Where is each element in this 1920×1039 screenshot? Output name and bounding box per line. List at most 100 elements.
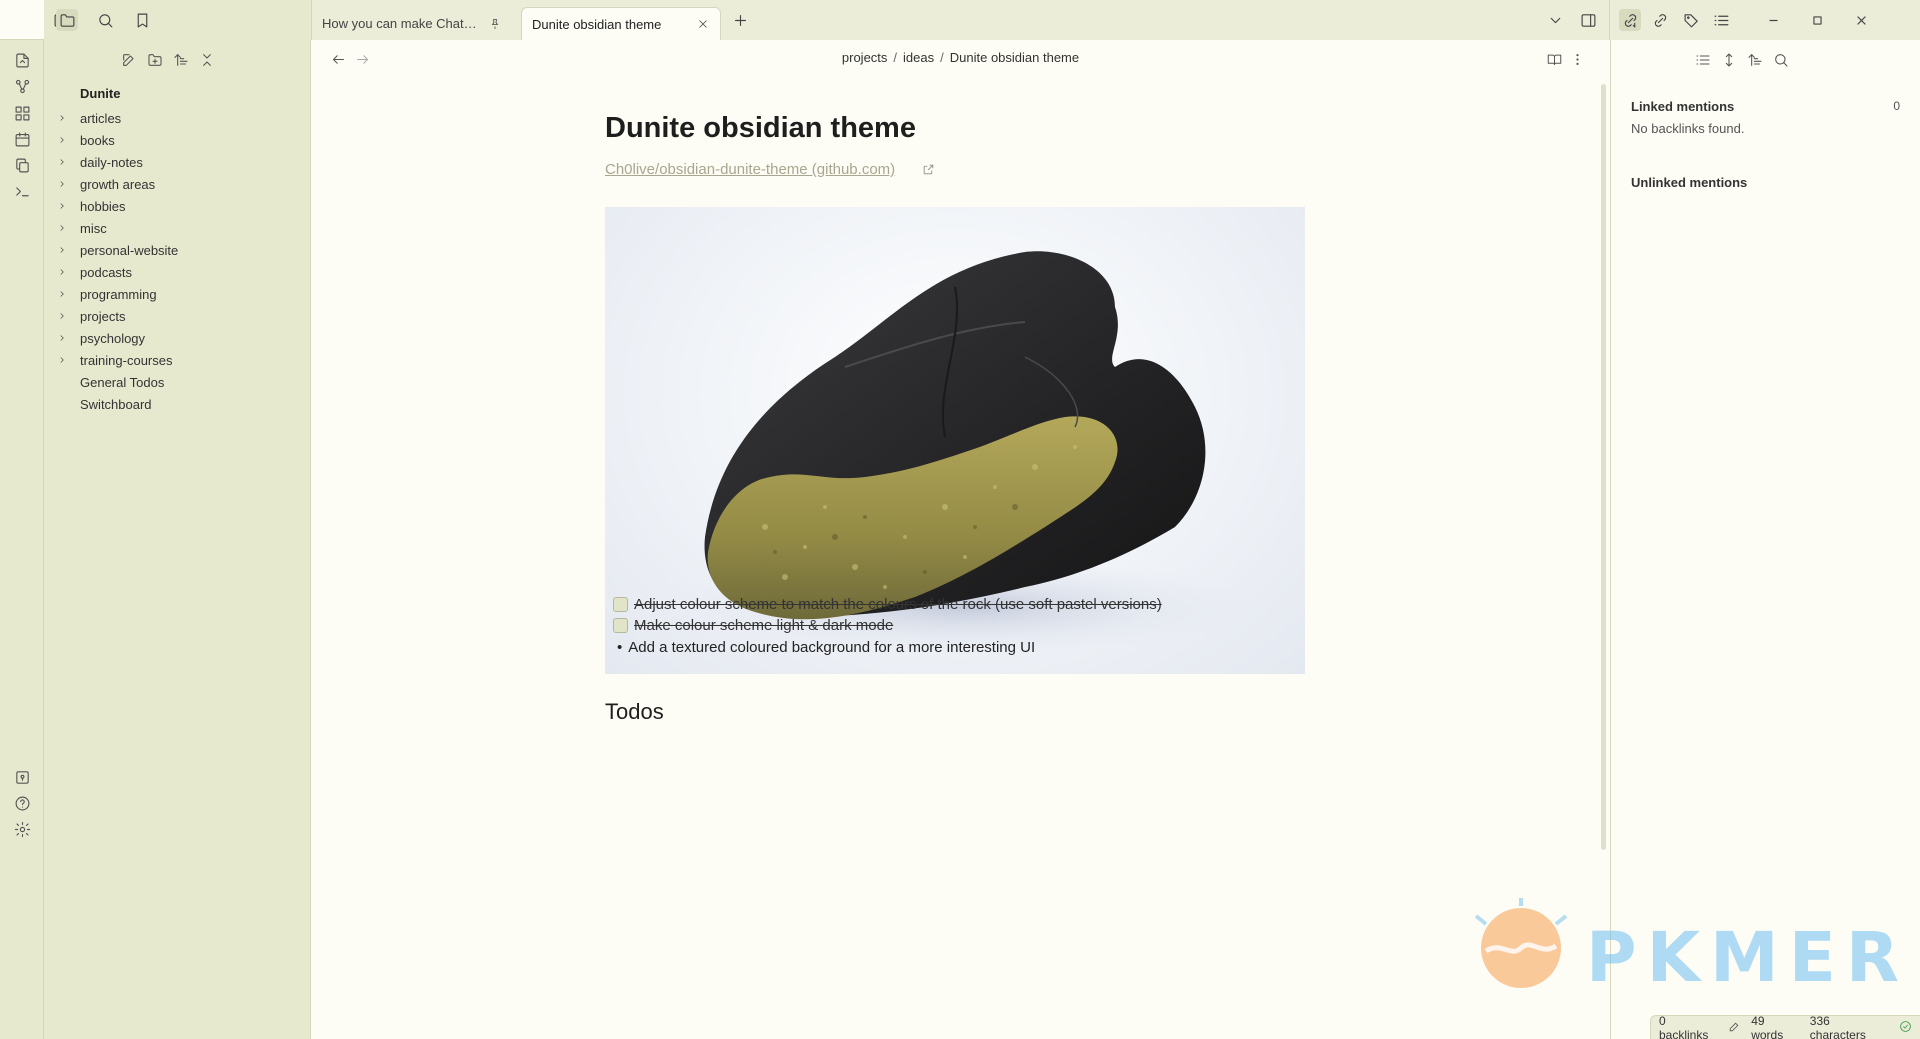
- right-sidebar-toggle-icon[interactable]: [1577, 9, 1599, 31]
- file-label: Switchboard: [80, 396, 152, 412]
- folder-item[interactable]: programming: [56, 283, 301, 305]
- collapse-all-icon[interactable]: [197, 50, 217, 70]
- new-folder-icon[interactable]: [145, 50, 165, 70]
- chevron-right-icon[interactable]: [56, 244, 68, 256]
- folder-item[interactable]: books: [56, 129, 301, 151]
- folder-item[interactable]: daily-notes: [56, 151, 301, 173]
- watermark-text: PKMER: [1586, 918, 1909, 998]
- tags-icon[interactable]: [1680, 9, 1702, 31]
- pkmer-watermark: PKMER: [1466, 896, 1899, 1000]
- chevron-right-icon[interactable]: [56, 332, 68, 344]
- chevron-right-icon[interactable]: [56, 112, 68, 124]
- chevron-right-icon[interactable]: [56, 222, 68, 234]
- chevron-right-icon[interactable]: [56, 200, 68, 212]
- folder-item[interactable]: training-courses: [56, 349, 301, 371]
- folder-item[interactable]: growth areas: [56, 173, 301, 195]
- linked-mentions-heading[interactable]: Linked mentions: [1631, 99, 1734, 114]
- sort-icon[interactable]: [1745, 50, 1765, 70]
- todo-item[interactable]: Make colour scheme light & dark mode: [613, 614, 893, 636]
- close-window-icon[interactable]: [1850, 9, 1872, 31]
- folder-label: misc: [80, 220, 107, 236]
- command-palette-icon[interactable]: [12, 181, 32, 201]
- github-link[interactable]: Ch0live/obsidian-dunite-theme (github.co…: [605, 161, 895, 178]
- bookmarks-icon[interactable]: [131, 9, 153, 31]
- settings-icon[interactable]: [12, 819, 32, 839]
- breadcrumb: projects / ideas / Dunite obsidian theme: [312, 50, 1609, 65]
- folder-item[interactable]: hobbies: [56, 195, 301, 217]
- graph-view-icon[interactable]: [12, 76, 32, 96]
- breadcrumb-projects[interactable]: projects: [842, 50, 888, 65]
- folder-item[interactable]: misc: [56, 217, 301, 239]
- new-note-icon[interactable]: [119, 50, 139, 70]
- status-bar: 0 backlinks 49 words 336 characters: [1650, 1014, 1920, 1039]
- daily-note-icon[interactable]: [12, 129, 32, 149]
- canvas-icon[interactable]: [12, 103, 32, 123]
- folder-label: programming: [80, 286, 157, 302]
- more-options-icon[interactable]: [1568, 50, 1586, 68]
- backlinks-count[interactable]: 0 backlinks: [1659, 1014, 1718, 1039]
- search-icon[interactable]: [94, 9, 116, 31]
- folder-item[interactable]: personal-website: [56, 239, 301, 261]
- folder-item[interactable]: podcasts: [56, 261, 301, 283]
- vault-name[interactable]: Dunite: [80, 86, 120, 101]
- file-item[interactable]: General Todos: [56, 371, 301, 393]
- list-item-text[interactable]: Add a textured coloured background for a…: [628, 639, 1035, 656]
- chevron-right-icon[interactable]: [56, 288, 68, 300]
- left-panel-header: [44, 0, 311, 40]
- breadcrumb-ideas[interactable]: ideas: [903, 50, 934, 65]
- open-quick-switcher-icon[interactable]: [12, 50, 32, 70]
- chevron-right-icon[interactable]: [56, 134, 68, 146]
- breadcrumb-current[interactable]: Dunite obsidian theme: [950, 50, 1079, 65]
- folder-label: podcasts: [80, 264, 133, 280]
- folder-item[interactable]: articles: [56, 107, 301, 129]
- char-count[interactable]: 336 characters: [1810, 1014, 1889, 1039]
- todo-checkbox[interactable]: [613, 617, 628, 633]
- edit-icon[interactable]: [1728, 1020, 1741, 1036]
- outgoing-links-icon[interactable]: [1649, 9, 1671, 31]
- maximize-icon[interactable]: [1806, 9, 1828, 31]
- chevron-right-icon[interactable]: [56, 266, 68, 278]
- note-title[interactable]: Dunite obsidian theme: [605, 112, 916, 145]
- chevron-right-icon[interactable]: [56, 310, 68, 322]
- tab-list-chevron-icon[interactable]: [1544, 9, 1566, 31]
- vault-switcher-icon[interactable]: [12, 767, 32, 787]
- tab-title: Dunite obsidian theme: [532, 16, 662, 32]
- new-tab-plus-icon[interactable]: [729, 9, 751, 31]
- files-icon[interactable]: [56, 9, 78, 31]
- backlinks-icon[interactable]: [1619, 9, 1641, 31]
- sync-ok-icon[interactable]: [1899, 1020, 1912, 1036]
- unlinked-mentions-heading[interactable]: Unlinked mentions: [1631, 175, 1747, 190]
- sort-icon[interactable]: [171, 50, 191, 70]
- pin-icon[interactable]: [488, 17, 502, 31]
- word-count[interactable]: 49 words: [1751, 1014, 1800, 1039]
- chevron-right-icon[interactable]: [56, 354, 68, 366]
- todo-checkbox[interactable]: [613, 596, 628, 612]
- minimize-icon[interactable]: [1762, 9, 1784, 31]
- todo-text[interactable]: Make colour scheme light & dark mode: [634, 617, 893, 634]
- tab-bar: How you can make ChatG... Dunite obsidia…: [311, 0, 1609, 40]
- chevron-right-icon[interactable]: [56, 156, 68, 168]
- close-icon[interactable]: [696, 17, 710, 31]
- list-icon[interactable]: [1693, 50, 1713, 70]
- templates-icon[interactable]: [12, 155, 32, 175]
- folder-item[interactable]: projects: [56, 305, 301, 327]
- tab-dunite-theme[interactable]: Dunite obsidian theme: [521, 7, 721, 40]
- expand-icon[interactable]: [1719, 50, 1739, 70]
- reading-view-icon[interactable]: [1545, 50, 1563, 68]
- file-item[interactable]: Switchboard: [56, 393, 301, 415]
- external-link-icon: [922, 163, 936, 177]
- tab-chatgpt-article[interactable]: How you can make ChatG...: [312, 7, 512, 40]
- list-item[interactable]: • Add a textured coloured background for…: [617, 636, 1035, 658]
- todo-text[interactable]: Adjust colour scheme to match the colour…: [634, 596, 1162, 613]
- editor-scrollbar[interactable]: [1601, 84, 1606, 850]
- chevron-right-icon[interactable]: [56, 178, 68, 190]
- folder-item[interactable]: psychology: [56, 327, 301, 349]
- file-label: General Todos: [80, 374, 165, 390]
- search-icon[interactable]: [1771, 50, 1791, 70]
- todo-item[interactable]: Adjust colour scheme to match the colour…: [613, 593, 1162, 615]
- file-explorer: Dunite articles books daily-notes growth ar…: [44, 40, 311, 1039]
- help-icon[interactable]: [12, 793, 32, 813]
- todos-heading[interactable]: Todos: [605, 699, 664, 725]
- folder-label: psychology: [80, 330, 146, 346]
- outline-icon[interactable]: [1710, 9, 1732, 31]
